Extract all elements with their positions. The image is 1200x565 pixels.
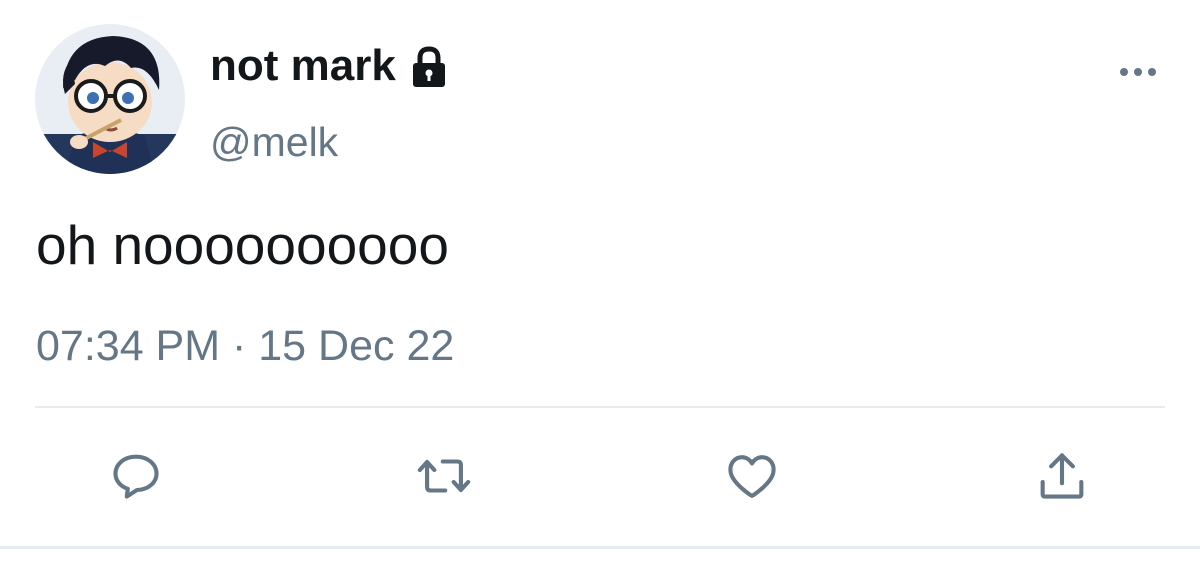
tweet-text: oh noooooooooo bbox=[36, 214, 449, 276]
avatar[interactable] bbox=[35, 24, 185, 174]
retweet-button[interactable] bbox=[414, 446, 474, 506]
user-handle[interactable]: @melk bbox=[210, 118, 338, 166]
display-name-text: not mark bbox=[210, 41, 396, 90]
tweet-timestamp[interactable]: 07:34 PM · 15 Dec 22 bbox=[36, 320, 454, 372]
bottom-border bbox=[0, 546, 1200, 549]
share-icon bbox=[1040, 453, 1084, 499]
avatar-image bbox=[35, 24, 185, 174]
like-icon bbox=[728, 455, 776, 498]
reply-icon bbox=[113, 454, 159, 499]
reply-button[interactable] bbox=[106, 446, 166, 506]
like-button[interactable] bbox=[722, 446, 782, 506]
display-name[interactable]: not mark bbox=[210, 40, 452, 92]
more-options-icon[interactable] bbox=[1118, 62, 1158, 82]
lock-icon bbox=[406, 44, 452, 90]
divider bbox=[35, 406, 1165, 408]
retweet-icon bbox=[417, 459, 471, 493]
share-button[interactable] bbox=[1032, 446, 1092, 506]
